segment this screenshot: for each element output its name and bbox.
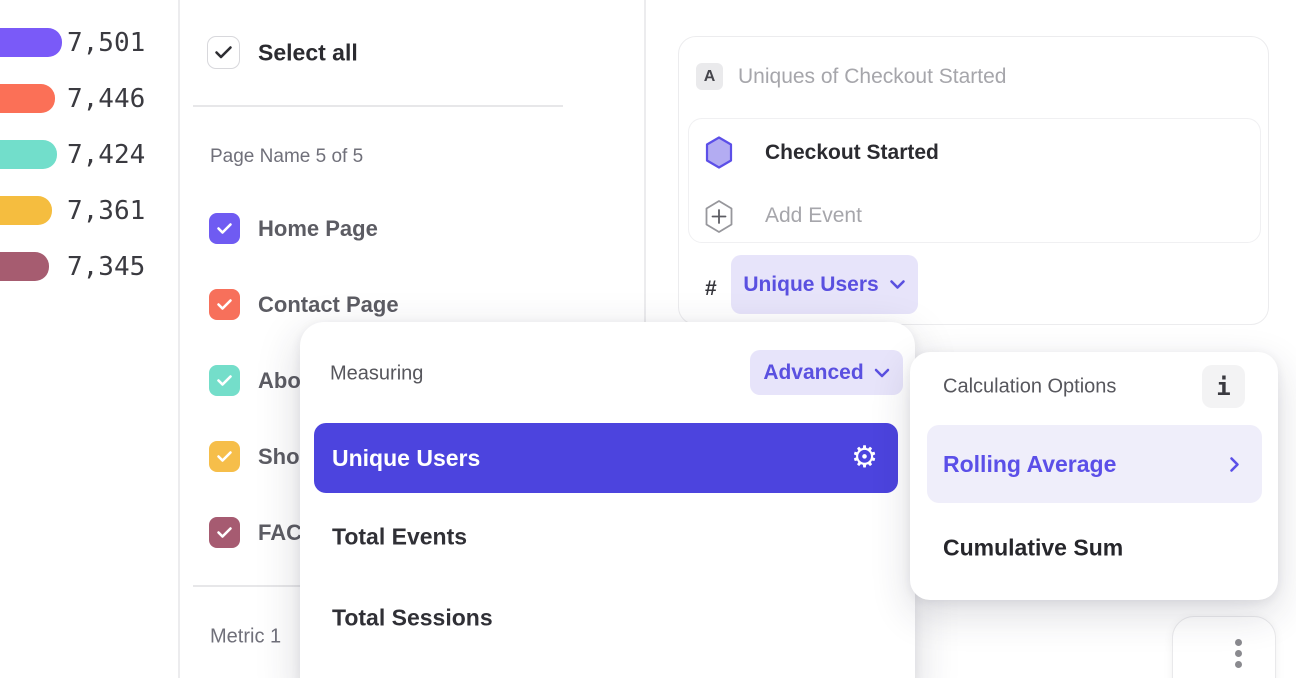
item-checkbox-home-page[interactable] [209, 213, 240, 244]
next-module-card [1172, 616, 1276, 678]
check-icon [216, 222, 233, 235]
series-bar [0, 28, 62, 57]
item-label: FAC [258, 520, 302, 546]
option-unique-users[interactable]: Unique Users ⚙ [314, 423, 898, 493]
option-label: Unique Users [332, 445, 480, 472]
check-icon [216, 374, 233, 387]
event-hexagon-icon [705, 136, 733, 174]
panel-divider-left [178, 0, 180, 678]
kebab-menu-icon[interactable] [1235, 639, 1242, 668]
series-bar [0, 252, 49, 281]
series-bar [0, 140, 57, 169]
measure-symbol: # [705, 277, 717, 301]
item-label: Sho [258, 444, 300, 470]
measure-value: Unique Users [743, 273, 878, 297]
series-bar [0, 196, 52, 225]
option-label: Rolling Average [943, 451, 1116, 478]
event-name[interactable]: Checkout Started [765, 141, 939, 165]
series-value: 7,361 [67, 196, 145, 226]
calculation-options-popup: Calculation Options i Rolling Average Cu… [910, 352, 1278, 600]
check-icon [214, 45, 233, 60]
select-all-label: Select all [258, 40, 358, 67]
option-rolling-average[interactable]: Rolling Average [927, 425, 1262, 503]
row-badge: A [696, 63, 723, 90]
item-label: Home Page [258, 216, 378, 242]
add-event-button[interactable]: Add Event [765, 204, 862, 228]
series-value: 7,424 [67, 140, 145, 170]
item-label: Contact Page [258, 292, 399, 318]
advanced-dropdown[interactable]: Advanced [750, 350, 903, 395]
add-event-icon [704, 199, 734, 239]
query-title-input[interactable]: Uniques of Checkout Started [738, 65, 1007, 89]
item-checkbox-about-page[interactable] [209, 365, 240, 396]
series-bar [0, 84, 55, 113]
item-label: Abo [258, 368, 301, 394]
gear-icon[interactable]: ⚙ [851, 443, 878, 473]
check-icon [216, 450, 233, 463]
item-checkbox-contact-page[interactable] [209, 289, 240, 320]
measure-dropdown[interactable]: Unique Users [731, 255, 918, 314]
option-cumulative-sum[interactable]: Cumulative Sum [943, 535, 1123, 562]
advanced-label: Advanced [763, 361, 863, 385]
chevron-down-icon [874, 368, 890, 378]
query-card: A Uniques of Checkout Started Checkout S… [678, 36, 1269, 325]
calc-options-title: Calculation Options [943, 376, 1116, 399]
event-card: Checkout Started Add Event [688, 118, 1261, 243]
chevron-down-icon [889, 279, 906, 290]
option-total-sessions[interactable]: Total Sessions [332, 605, 493, 632]
info-icon[interactable]: i [1202, 365, 1245, 408]
measuring-popup: Measuring Advanced Unique Users ⚙ Total … [300, 322, 915, 678]
check-icon [216, 526, 233, 539]
item-checkbox-shop-page[interactable] [209, 441, 240, 472]
item-checkbox-faq-page[interactable] [209, 517, 240, 548]
group-label: Page Name 5 of 5 [210, 146, 363, 168]
series-value: 7,501 [67, 28, 145, 58]
divider [193, 105, 563, 107]
select-all-checkbox[interactable] [207, 36, 240, 69]
check-icon [216, 298, 233, 311]
series-value: 7,345 [67, 252, 145, 282]
metric-label: Metric 1 [210, 626, 281, 649]
option-total-events[interactable]: Total Events [332, 524, 467, 551]
chevron-right-icon [1229, 456, 1240, 473]
measuring-title: Measuring [330, 363, 423, 386]
series-value: 7,446 [67, 84, 145, 114]
app-canvas: 7,501 7,446 7,424 7,361 7,345 Select all… [0, 0, 1296, 678]
